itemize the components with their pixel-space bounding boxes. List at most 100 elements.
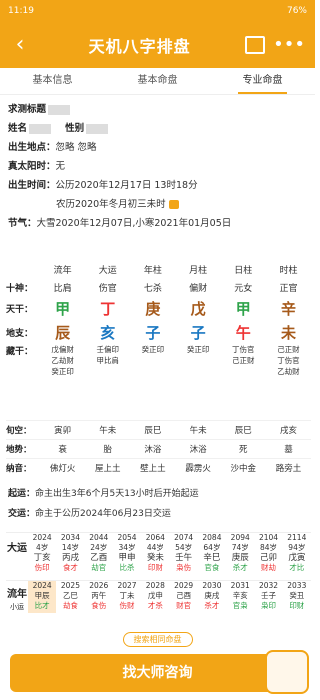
xunkong-cell: 寅卯 — [54, 426, 72, 436]
xunkong-cell: 辰巳 — [144, 426, 162, 436]
liunian-item[interactable]: 2028 戊申 才杀 — [141, 581, 169, 613]
dayun-year: 2054 — [117, 533, 137, 542]
xunkong-cell: 戌亥 — [279, 426, 297, 436]
dayun-age: 54岁 — [175, 543, 193, 552]
dishi-cell: 胎 — [103, 445, 113, 455]
dayun-ganzhi: 己卯 — [260, 553, 278, 563]
dayun-ganzhi: 戊寅 — [288, 553, 306, 563]
dayun-item[interactable]: 2084 64岁 辛巳 官食 — [198, 533, 226, 573]
dishi-cell: 墓 — [284, 445, 293, 455]
liunian-shishen: 印财 — [289, 601, 305, 610]
dayun-item[interactable]: 2034 14岁 丙戌 食才 — [56, 533, 84, 573]
search-same-chart[interactable]: 搜索相同命盘 — [0, 632, 315, 647]
tiangan-cell: 甲 — [235, 299, 251, 318]
col-header: 月柱 — [189, 265, 208, 276]
tab-bar: 基本信息 基本命盘 专业命盘 — [0, 68, 315, 95]
liunian-year: 2024 — [32, 581, 52, 590]
more-icon[interactable]: ••• — [273, 36, 305, 54]
liunian-item[interactable]: 2030 庚戌 杀才 — [198, 581, 226, 613]
qiyun-label: 起运： — [8, 489, 36, 499]
liunian-label: 流年 — [7, 589, 27, 600]
dayun-age: 94岁 — [288, 543, 306, 552]
liunian-year: 2033 — [287, 581, 307, 590]
tab-basic-chart[interactable]: 基本命盘 — [105, 68, 210, 94]
dayun-year: 2114 — [287, 533, 307, 542]
page-title: 天机八字排盘 — [88, 37, 191, 56]
nayin-label: 纳音： — [6, 464, 32, 474]
liunian-year: 2026 — [89, 581, 109, 590]
avatar[interactable] — [265, 650, 309, 694]
liunian-year: 2032 — [258, 581, 279, 590]
status-time: 11:19 — [8, 6, 34, 16]
dayun-age: 84岁 — [260, 543, 278, 552]
dayun-item[interactable]: 2064 44岁 癸未 印财 — [141, 533, 169, 573]
dizhi-label: 地支： — [6, 328, 34, 339]
shishen-cell: 七杀 — [143, 283, 162, 294]
nayin-cell: 沙中金 — [230, 464, 257, 474]
liunian-item[interactable]: 2024 甲辰 比才 — [28, 581, 57, 613]
col-header: 时柱 — [279, 265, 298, 276]
tab-basic-info[interactable]: 基本信息 — [0, 68, 105, 94]
consult-master-button[interactable]: 找大师咨询 — [10, 654, 305, 692]
liunian-year: 2029 — [174, 581, 194, 590]
shishen-cell: 伤官 — [98, 283, 117, 294]
dayun-item[interactable]: 2074 54岁 壬午 枭伤 — [169, 533, 197, 573]
dayun-item[interactable]: 2044 24岁 乙酉 劫官 — [85, 533, 113, 573]
liunian-year: 2025 — [60, 581, 80, 590]
back-icon[interactable]: ‹ — [6, 22, 34, 68]
liunian-ganzhi: 戊申 — [147, 591, 163, 600]
dishi-label: 地势： — [6, 445, 32, 455]
dayun-ganzhi: 甲申 — [118, 553, 136, 563]
tiangan-cell: 辛 — [280, 299, 296, 318]
dayun-shishen: 伤印 — [34, 563, 50, 572]
liunian-ganzhi: 乙巳 — [62, 591, 78, 600]
nayin-cell: 路旁土 — [275, 464, 302, 474]
liunian-ganzhi: 甲辰 — [34, 591, 50, 600]
name-label: 姓名 — [8, 123, 28, 134]
search-same-chart-label[interactable]: 搜索相同命盘 — [122, 632, 193, 647]
dayun-shishen: 杀才 — [232, 563, 248, 572]
liunian-item[interactable]: 2032 壬子 枭印 — [254, 581, 282, 613]
xunkong-cell: 午未 — [99, 426, 117, 436]
tab-pro-chart[interactable]: 专业命盘 — [210, 68, 315, 94]
xiaoyun-label: 小运 — [10, 603, 24, 611]
dayun-item[interactable]: 2094 74岁 庚辰 杀才 — [226, 533, 254, 573]
dayun-item[interactable]: 2054 34岁 甲申 比杀 — [113, 533, 141, 573]
canggan-label: 藏干： — [6, 347, 34, 357]
liunian-item[interactable]: 2029 己酉 财官 — [169, 581, 197, 613]
xunkong-cell: 辰巳 — [234, 426, 252, 436]
liunian-item[interactable]: 2025 乙巳 劫食 — [56, 581, 84, 613]
dayun-item[interactable]: 2104 84岁 己卯 财劫 — [254, 533, 282, 573]
dayun-ganzhi: 丙戌 — [61, 553, 79, 563]
liunian-item[interactable]: 2027 丁未 伤财 — [113, 581, 141, 613]
dayun-shishen: 枭伤 — [176, 563, 192, 572]
jieqi-label: 节气： — [8, 218, 37, 229]
dayun-year: 2024 — [32, 533, 52, 542]
calendar-icon[interactable] — [168, 200, 179, 209]
liunian-item[interactable]: 2031 辛亥 官枭 — [226, 581, 254, 613]
dizhi-cell: 亥 — [100, 323, 116, 342]
liunian-shishen: 才杀 — [147, 601, 163, 610]
dayun-shishen: 官食 — [204, 563, 220, 572]
nayin-cell: 霹雳火 — [185, 464, 211, 474]
canggan-cell: 丁伤官 己正财 — [232, 345, 255, 365]
shishen-label: 十神： — [6, 283, 34, 294]
image-icon[interactable] — [245, 36, 266, 54]
dizhi-cell: 午 — [235, 323, 251, 342]
canggan-cell: 癸正印 — [141, 345, 165, 354]
liunian-shishen: 劫食 — [62, 601, 78, 610]
birth-time-label: 出生时间： — [8, 180, 56, 191]
app-bar: ‹ 天机八字排盘 ••• — [0, 22, 315, 68]
dayun-ganzhi: 壬午 — [175, 553, 193, 563]
liunian-shishen: 食伤 — [91, 601, 107, 610]
dayun-year: 2034 — [60, 533, 80, 542]
dayun-item[interactable]: 2024 4岁 丁亥 伤印 — [28, 533, 56, 573]
qiyun-row: 起运：命主出生3年6个月5天13小时后开始起运 — [8, 486, 199, 499]
dayun-item[interactable]: 2114 94岁 戊寅 才比 — [283, 533, 311, 573]
tiangan-cell: 庚 — [145, 299, 161, 318]
canggan-cell: 己正财 丁伤官 乙劫财 — [277, 345, 300, 376]
liunian-item[interactable]: 2026 丙午 食伤 — [85, 581, 113, 613]
tiangan-cell: 甲 — [55, 299, 71, 318]
liunian-item[interactable]: 2033 癸丑 印财 — [283, 581, 311, 613]
jiaoyun-value: 命主于公历2024年06月23日交运 — [35, 509, 171, 519]
